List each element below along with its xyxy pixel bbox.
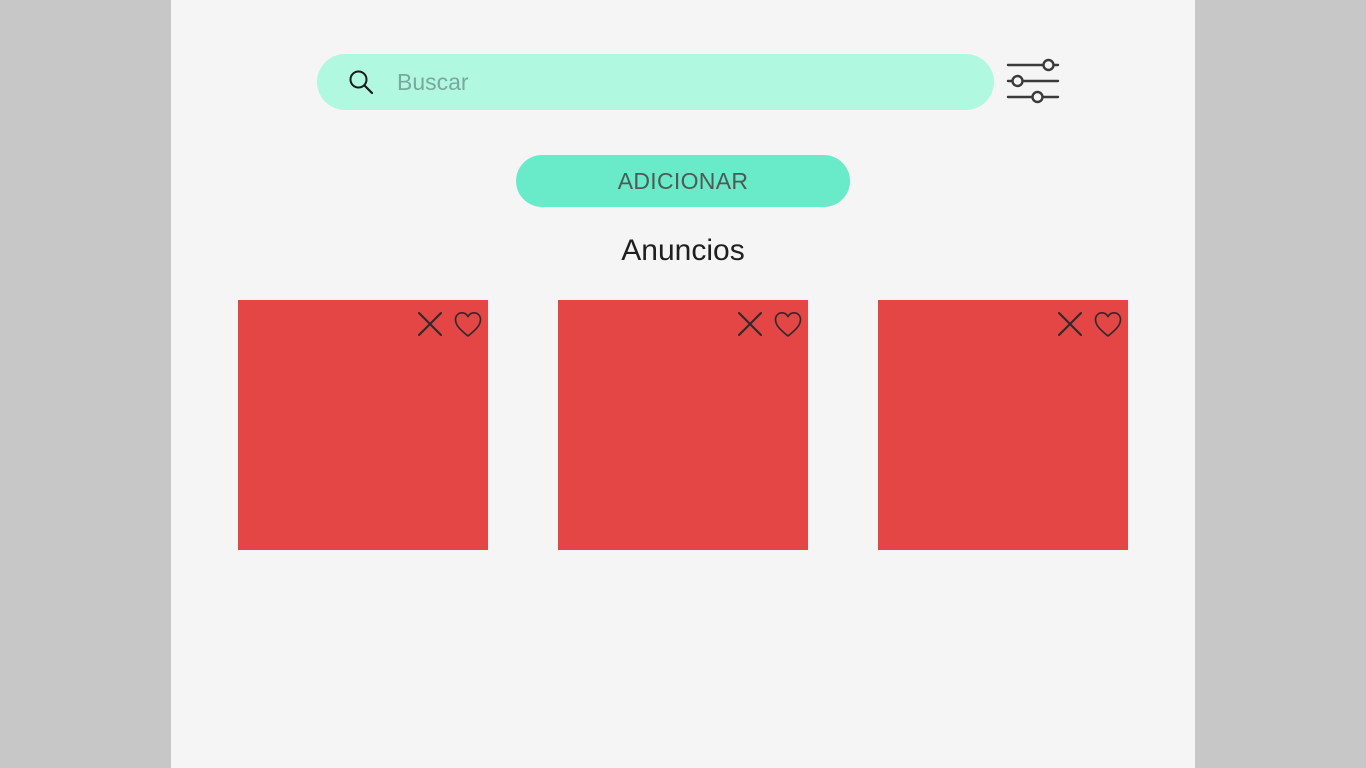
ad-card[interactable] [238,300,488,550]
search-bar[interactable] [317,54,994,110]
heart-icon[interactable] [1094,311,1122,339]
close-icon[interactable] [1057,311,1083,337]
ad-card[interactable] [878,300,1128,550]
close-icon[interactable] [737,311,763,337]
section-title: Anuncios [621,234,745,267]
filter-settings-icon[interactable] [1005,58,1061,106]
search-icon [349,70,374,95]
heart-icon[interactable] [454,311,482,339]
ad-card[interactable] [558,300,808,550]
close-icon[interactable] [417,311,443,337]
search-input[interactable] [397,54,967,110]
add-button[interactable]: ADICIONAR [516,155,850,207]
heart-icon[interactable] [774,311,802,339]
page-container: ADICIONAR Anuncios [171,0,1195,768]
